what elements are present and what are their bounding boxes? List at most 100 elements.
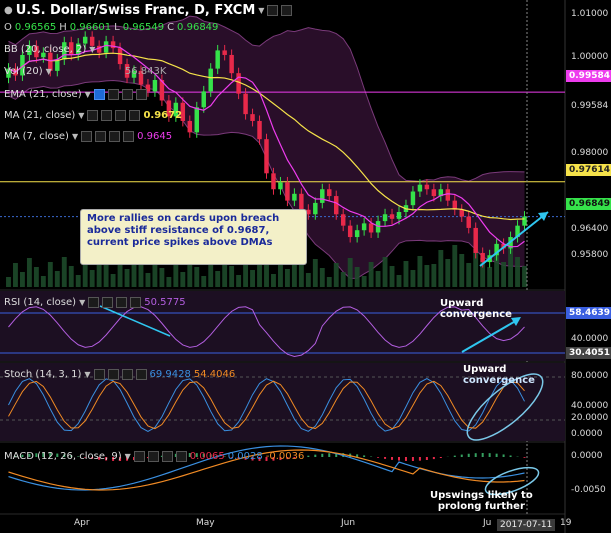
- format-icon[interactable]: [281, 5, 293, 16]
- indicator-ma7[interactable]: MA (7, close) ▼ 0.9645: [4, 131, 172, 142]
- chevron-down-icon[interactable]: ▼: [79, 298, 85, 307]
- high-label: H: [59, 22, 67, 33]
- indicator-macd[interactable]: MACD (12, 26, close, 9) ▼ 0.0065 0.0028 …: [4, 451, 304, 462]
- chevron-down-icon[interactable]: ▼: [258, 6, 264, 15]
- volume-bar: [396, 275, 402, 287]
- time-tick: Jun: [341, 518, 356, 528]
- candle-body: [313, 202, 318, 215]
- candle-body: [292, 193, 297, 201]
- ma21-value: 0.9672: [143, 110, 183, 121]
- visibility-icon[interactable]: [87, 110, 99, 121]
- rsi-value: 50.5775: [144, 297, 186, 308]
- volume-bar: [26, 258, 32, 287]
- chevron-down-icon[interactable]: ▼: [72, 132, 78, 141]
- chevron-down-icon[interactable]: ▼: [84, 370, 90, 379]
- candle-body: [271, 173, 276, 190]
- add-icon[interactable]: [115, 110, 127, 121]
- settings-icon[interactable]: [102, 297, 114, 308]
- bb-label[interactable]: BB (20, close, 2): [4, 44, 86, 55]
- indicator-rsi[interactable]: RSI (14, close) ▼ 50.5775: [4, 297, 186, 308]
- settings-icon[interactable]: [95, 131, 107, 142]
- ohlc-row: O 0.96565 H 0.96601 L 0.96549 C 0.96849: [4, 22, 218, 33]
- indicator-ma21[interactable]: MA (21, close) ▼ 0.9672: [4, 110, 182, 121]
- candle-body: [466, 216, 471, 228]
- chevron-down-icon[interactable]: ▼: [85, 90, 91, 99]
- visibility-icon[interactable]: [93, 89, 105, 100]
- stoch-note: Upward convergence: [463, 364, 535, 386]
- candle-body: [264, 139, 269, 174]
- candle-body: [285, 182, 290, 201]
- candle-body: [334, 196, 339, 215]
- stoch-label[interactable]: Stoch (14, 3, 1): [4, 369, 81, 380]
- settings-icon[interactable]: [107, 89, 119, 100]
- volume-bar: [515, 257, 520, 287]
- close-icon[interactable]: [135, 369, 147, 380]
- settings-icon[interactable]: [147, 451, 159, 462]
- close-icon[interactable]: [175, 451, 187, 462]
- stoch-tick: 0.0000: [571, 429, 603, 439]
- macd-label[interactable]: MACD (12, 26, close, 9): [4, 451, 122, 462]
- volume-bar: [298, 264, 304, 287]
- visibility-icon[interactable]: [133, 451, 145, 462]
- ema-label[interactable]: EMA (21, close): [4, 89, 82, 100]
- candle-body: [347, 225, 353, 238]
- close-icon[interactable]: [123, 131, 135, 142]
- indicator-bb[interactable]: BB (20, close, 2) ▼: [4, 44, 95, 55]
- volume-bar: [54, 271, 60, 287]
- macd-note-line: Upswings likely to: [430, 490, 533, 501]
- candle-body: [215, 50, 220, 69]
- volume-bar: [215, 271, 221, 287]
- price-tick: 1.01000: [571, 9, 609, 19]
- close-icon[interactable]: [129, 110, 141, 121]
- settings-icon[interactable]: [107, 369, 119, 380]
- volume-bar: [522, 266, 527, 287]
- volume-bar: [103, 265, 109, 287]
- symbol-title[interactable]: U.S. Dollar/Swiss Franc, D, FXCM: [16, 3, 256, 18]
- visibility-icon[interactable]: [93, 369, 105, 380]
- chevron-down-icon[interactable]: ▼: [78, 111, 84, 120]
- volume-bar: [40, 276, 46, 287]
- chevron-down-icon[interactable]: ▼: [46, 67, 52, 76]
- candle-body: [382, 214, 388, 222]
- volume-bar: [312, 259, 318, 287]
- add-icon[interactable]: [121, 89, 133, 100]
- volume-bar: [431, 264, 437, 287]
- add-icon[interactable]: [109, 131, 121, 142]
- settings-icon[interactable]: [267, 5, 279, 16]
- volume-bar: [166, 277, 172, 287]
- chart-title-row: ● U.S. Dollar/Swiss Franc, D, FXCM ▼: [4, 3, 293, 18]
- time-tick: Apr: [74, 518, 90, 528]
- macd-note: Upswings likely to prolong further: [430, 490, 533, 512]
- close-icon[interactable]: [130, 297, 142, 308]
- volume-bar: [466, 263, 472, 287]
- indicator-stoch[interactable]: Stoch (14, 3, 1) ▼ 69.9428 54.4046: [4, 369, 235, 380]
- price-tick: 0.99584: [571, 101, 609, 111]
- volume-bar: [438, 250, 444, 287]
- visibility-icon[interactable]: [81, 131, 93, 142]
- eye-icon[interactable]: ●: [4, 5, 13, 16]
- rsi-label[interactable]: RSI (14, close): [4, 297, 76, 308]
- visibility-icon[interactable]: [88, 297, 100, 308]
- ma7-label[interactable]: MA (7, close): [4, 131, 69, 142]
- candle-body: [201, 91, 206, 108]
- indicator-vol[interactable]: Vol (20) ▼ 56.843K: [4, 66, 166, 77]
- time-tick: May: [196, 518, 215, 528]
- vol-label[interactable]: Vol (20): [4, 66, 43, 77]
- volume-bar: [6, 277, 11, 287]
- add-icon[interactable]: [121, 369, 133, 380]
- chevron-down-icon[interactable]: ▼: [89, 45, 95, 54]
- time-tick-tail: 19: [560, 518, 572, 528]
- time-tick: Ju: [483, 518, 492, 528]
- candle-body: [410, 191, 416, 206]
- ma21-label[interactable]: MA (21, close): [4, 110, 75, 121]
- close-icon[interactable]: [135, 89, 147, 100]
- settings-icon[interactable]: [101, 110, 113, 121]
- analysis-callout[interactable]: More rallies on cards upon breach above …: [80, 209, 307, 265]
- price-tick: 1.00000: [571, 52, 609, 62]
- price-badge-pink: 0.99584: [566, 70, 611, 82]
- add-icon[interactable]: [116, 297, 128, 308]
- chevron-down-icon[interactable]: ▼: [125, 452, 131, 461]
- indicator-ema[interactable]: EMA (21, close) ▼: [4, 89, 147, 100]
- candle-body: [187, 120, 193, 133]
- add-icon[interactable]: [161, 451, 173, 462]
